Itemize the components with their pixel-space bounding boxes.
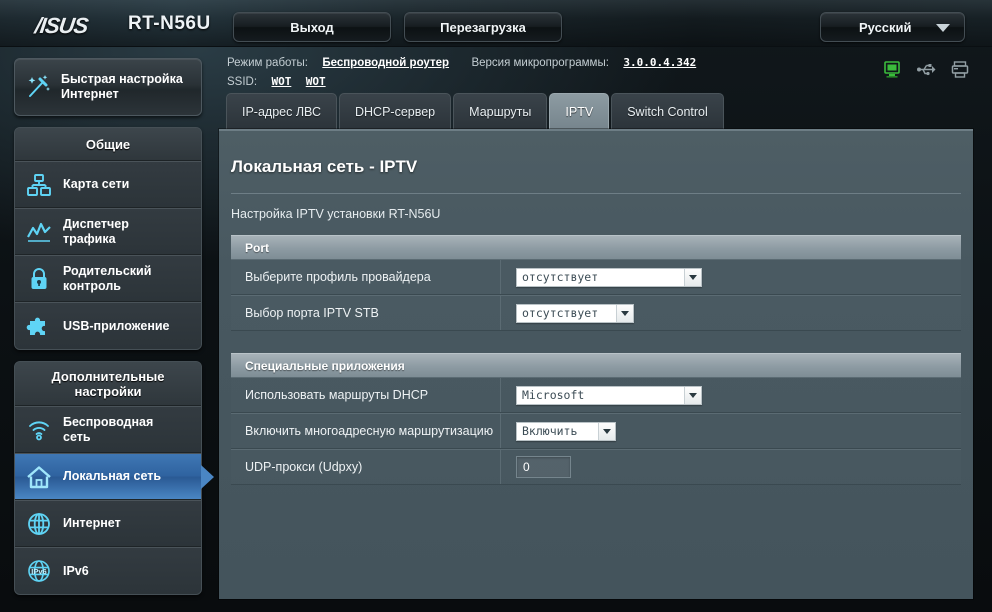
page-description: Настройка IPTV установки RT-N56U [231, 207, 441, 221]
tab-switch-control[interactable]: Switch Control [611, 93, 724, 129]
sidebar-item-label: IPv6 [63, 563, 89, 578]
field-label: Выбор порта IPTV STB [231, 296, 501, 330]
language-label: Русский [859, 19, 912, 35]
operation-mode-label: Режим работы: [227, 57, 308, 69]
page-title: Локальная сеть - IPTV [231, 157, 418, 176]
title-divider [231, 193, 961, 194]
tab-bar: IP-адрес ЛВС DHCP-сервер Маршруты IPTV S… [226, 93, 726, 129]
router-model-name: RT-N56U [128, 13, 211, 34]
status-icon-tray [882, 60, 970, 79]
globe-icon [15, 511, 63, 537]
field-row-isp-profile: Выберите профиль провайдера отсутствует [231, 259, 961, 295]
field-row-dhcp-routes: Использовать маршруты DHCP Microsoft [231, 377, 961, 413]
ssid-value-2[interactable]: WOT [306, 75, 326, 88]
iptv-stb-port-select[interactable]: отсутствует [516, 303, 634, 323]
home-icon [15, 463, 63, 491]
reboot-button[interactable]: Перезагрузка [404, 12, 562, 42]
sidebar-group-advanced-title: Дополнительные настройки [15, 362, 201, 406]
dhcp-routes-value: Microsoft [522, 388, 585, 402]
wifi-icon [15, 417, 63, 443]
svg-text:IPv6: IPv6 [31, 567, 46, 576]
multicast-routing-value: Включить [522, 424, 578, 438]
sidebar-item-label: Беспроводная сеть [63, 414, 154, 444]
top-bar: /ISUS RT-N56U Выход Перезагрузка Русский [0, 0, 992, 47]
chevron-down-icon [936, 24, 950, 32]
asus-logo: /ISUS [33, 13, 90, 38]
quick-setup-label: Быстрая настройка Интернет [61, 72, 183, 101]
padlock-icon [15, 266, 63, 292]
field-label: Включить многоадресную маршрутизацию [231, 414, 501, 448]
field-label: Использовать маршруты DHCP [231, 378, 501, 412]
logout-button[interactable]: Выход [233, 12, 391, 42]
section-port-heading: Port [231, 235, 961, 259]
section-special-applications: Специальные приложения Использовать марш… [231, 353, 961, 485]
sidebar-group-advanced: Дополнительные настройки Беспроводная се… [14, 361, 214, 595]
sidebar-group-general-title: Общие [15, 128, 201, 161]
multicast-routing-select[interactable]: Включить [516, 421, 616, 441]
status-info-strip: Режим работы: Беспроводной роутер Версия… [227, 54, 927, 91]
ipv6-globe-icon: IPv6 [15, 558, 63, 584]
network-map-icon [15, 172, 63, 198]
sidebar-item-label: Родительский контроль [63, 263, 152, 293]
sidebar-item-ipv6[interactable]: IPv6 IPv6 [15, 547, 201, 594]
chevron-down-icon [598, 422, 615, 440]
dhcp-routes-select[interactable]: Microsoft [516, 385, 702, 405]
ssid-value-1[interactable]: WOT [271, 75, 291, 88]
sidebar-item-wireless[interactable]: Беспроводная сеть [15, 406, 201, 453]
sidebar-item-label: Интернет [63, 516, 121, 530]
tab-iptv[interactable]: IPTV [549, 93, 610, 129]
tab-dhcp-server[interactable]: DHCP-сервер [339, 93, 452, 129]
sidebar-item-network-map[interactable]: Карта сети [15, 161, 201, 208]
sidebar-item-label: Локальная сеть [63, 469, 162, 483]
chevron-down-icon [684, 386, 701, 404]
sidebar-item-label: Карта сети [63, 177, 130, 191]
traffic-chart-icon [15, 219, 63, 245]
magic-wand-icon [15, 72, 61, 102]
sidebar-item-traffic-manager[interactable]: Диспетчер трафика [15, 208, 201, 255]
printer-icon[interactable] [950, 60, 970, 79]
operation-mode-value[interactable]: Беспроводной роутер [322, 57, 449, 69]
network-monitor-icon[interactable] [882, 60, 902, 79]
tab-lan-ip[interactable]: IP-адрес ЛВС [226, 93, 337, 129]
isp-profile-value: отсутствует [522, 270, 599, 284]
chevron-down-icon [684, 268, 701, 286]
isp-profile-select[interactable]: отсутствует [516, 267, 702, 287]
field-row-udp-proxy: UDP-прокси (Udpxy) [231, 449, 961, 485]
sidebar: Быстрая настройка Интернет Общие Карта с… [14, 58, 214, 595]
firmware-version-label: Версия микропрограммы: [471, 57, 609, 69]
sidebar-item-internet[interactable]: Интернет [15, 500, 201, 547]
puzzle-piece-icon [15, 313, 63, 339]
sidebar-group-general: Общие Карта сети Диспетчер трафика Родит… [14, 127, 202, 350]
sidebar-item-lan[interactable]: Локальная сеть [15, 453, 214, 500]
section-port: Port Выберите профиль провайдера отсутст… [231, 235, 961, 331]
firmware-version-value[interactable]: 3.0.0.4.342 [623, 56, 696, 69]
sidebar-item-usb-application[interactable]: USB-приложение [15, 302, 201, 349]
active-pointer-icon [201, 465, 214, 489]
field-row-multicast-routing: Включить многоадресную маршрутизацию Вкл… [231, 413, 961, 449]
router-admin-window: /ISUS RT-N56U Выход Перезагрузка Русский… [0, 0, 992, 612]
iptv-stb-port-value: отсутствует [522, 306, 599, 320]
section-special-heading: Специальные приложения [231, 353, 961, 377]
sidebar-item-quick-internet-setup[interactable]: Быстрая настройка Интернет [14, 58, 202, 116]
ssid-label: SSID: [227, 76, 258, 88]
chevron-down-icon [616, 304, 633, 322]
field-label: Выберите профиль провайдера [231, 260, 501, 294]
field-row-iptv-stb-port: Выбор порта IPTV STB отсутствует [231, 295, 961, 331]
field-label: UDP-прокси (Udpxy) [231, 450, 501, 484]
main-panel: Локальная сеть - IPTV Настройка IPTV уст… [219, 129, 973, 599]
sidebar-item-label: USB-приложение [63, 318, 170, 333]
sidebar-item-label: Диспетчер трафика [63, 216, 129, 246]
sidebar-item-parental-control[interactable]: Родительский контроль [15, 255, 201, 302]
tab-routes[interactable]: Маршруты [453, 93, 548, 129]
usb-icon[interactable] [916, 60, 936, 79]
language-selector[interactable]: Русский [820, 12, 965, 42]
udp-proxy-input[interactable] [516, 456, 571, 478]
